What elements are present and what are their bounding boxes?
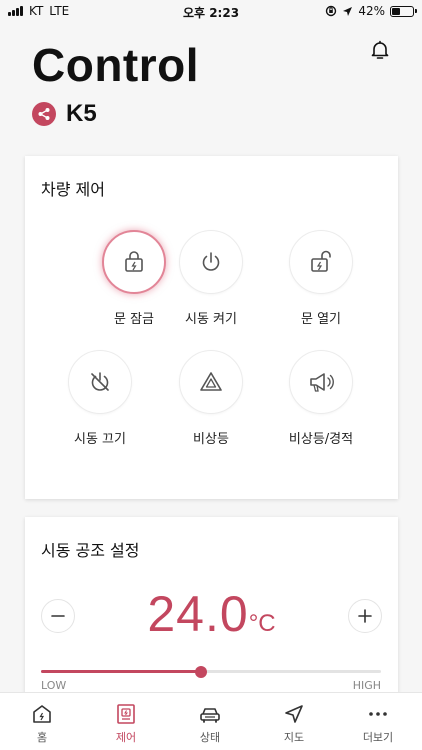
vehicle-control-card: 차량 제어 문 잠금 시동 켜기 문 열기 시동 끄기 비상등 비상등/경적 — [25, 156, 398, 499]
engine-stop-button[interactable]: 시동 끄기 — [40, 350, 160, 447]
slider-low-label: LOW — [41, 679, 67, 692]
engine-start-circle[interactable] — [179, 230, 243, 294]
slider-high-label: HIGH — [352, 679, 381, 692]
home-icon — [33, 705, 51, 723]
orientation-lock-icon — [326, 5, 337, 17]
tab-more[interactable]: 더보기 — [336, 693, 420, 750]
tab-more-label: 더보기 — [362, 731, 394, 744]
lock-icon — [125, 251, 143, 272]
remote-icon — [117, 704, 135, 724]
door-unlock-label: 문 열기 — [300, 312, 341, 327]
car-icon — [200, 708, 220, 723]
tab-map-label: 지도 — [283, 731, 305, 744]
hazard-button[interactable]: 비상등 — [151, 350, 271, 447]
vehicle-control-title: 차량 제어 — [41, 180, 105, 199]
more-icon — [369, 712, 387, 716]
hazard-label: 비상등 — [193, 432, 229, 447]
temperature-row: 24.0°C — [25, 585, 398, 649]
fan-speed-slider[interactable] — [41, 665, 381, 679]
plus-icon — [358, 609, 372, 623]
engine-stop-circle[interactable] — [68, 350, 132, 414]
tab-map[interactable]: 지도 — [252, 693, 336, 750]
tab-status[interactable]: 상태 — [168, 693, 252, 750]
temperature-display: 24.0°C — [25, 585, 398, 643]
tab-home[interactable]: 홈 — [0, 693, 84, 750]
bottom-tab-bar: 홈 제어 상태 지도 더보기 — [0, 692, 422, 750]
tab-control[interactable]: 제어 — [84, 693, 168, 750]
slider-thumb[interactable] — [194, 666, 207, 678]
tab-control-label: 제어 — [115, 731, 137, 744]
engine-start-label: 시동 켜기 — [185, 312, 237, 327]
hazard-horn-label: 비상등/경적 — [288, 432, 354, 447]
navigation-icon — [285, 705, 303, 723]
location-arrow-icon — [343, 6, 353, 16]
temperature-value: 24.0 — [147, 586, 249, 642]
vehicle-selector[interactable]: K5 — [32, 100, 97, 128]
engine-start-button[interactable]: 시동 켜기 — [151, 230, 271, 327]
door-unlock-button[interactable]: 문 열기 — [261, 230, 381, 327]
hazard-circle[interactable] — [179, 350, 243, 414]
battery-icon — [390, 5, 417, 17]
hazard-icon — [200, 372, 222, 391]
power-off-icon — [91, 372, 109, 391]
door-unlock-circle[interactable] — [289, 230, 353, 294]
slider-fill — [41, 670, 201, 673]
unlock-icon — [311, 250, 331, 272]
page-title: Control — [32, 39, 200, 91]
climate-title: 시동 공조 설정 — [41, 541, 140, 560]
battery-fill — [392, 7, 401, 15]
temperature-increase-button[interactable] — [348, 599, 382, 633]
share-icon[interactable] — [32, 102, 56, 126]
temperature-unit: °C — [248, 610, 276, 637]
climate-card: 시동 공조 설정 24.0°C LOW HIGH — [25, 517, 398, 717]
engine-stop-label: 시동 끄기 — [74, 432, 126, 447]
power-icon — [202, 252, 220, 271]
status-right: 42% — [325, 4, 417, 18]
battery-percent: 42% — [358, 4, 385, 18]
tab-home-label: 홈 — [36, 731, 48, 744]
status-bar: KT LTE 오후 2:23 42% — [0, 0, 422, 22]
notification-bell-icon[interactable] — [368, 38, 392, 62]
hazard-horn-button[interactable]: 비상등/경적 — [261, 350, 381, 447]
horn-icon — [310, 373, 334, 392]
tab-status-label: 상태 — [199, 731, 221, 744]
vehicle-name: K5 — [66, 100, 97, 127]
hazard-horn-circle[interactable] — [289, 350, 353, 414]
